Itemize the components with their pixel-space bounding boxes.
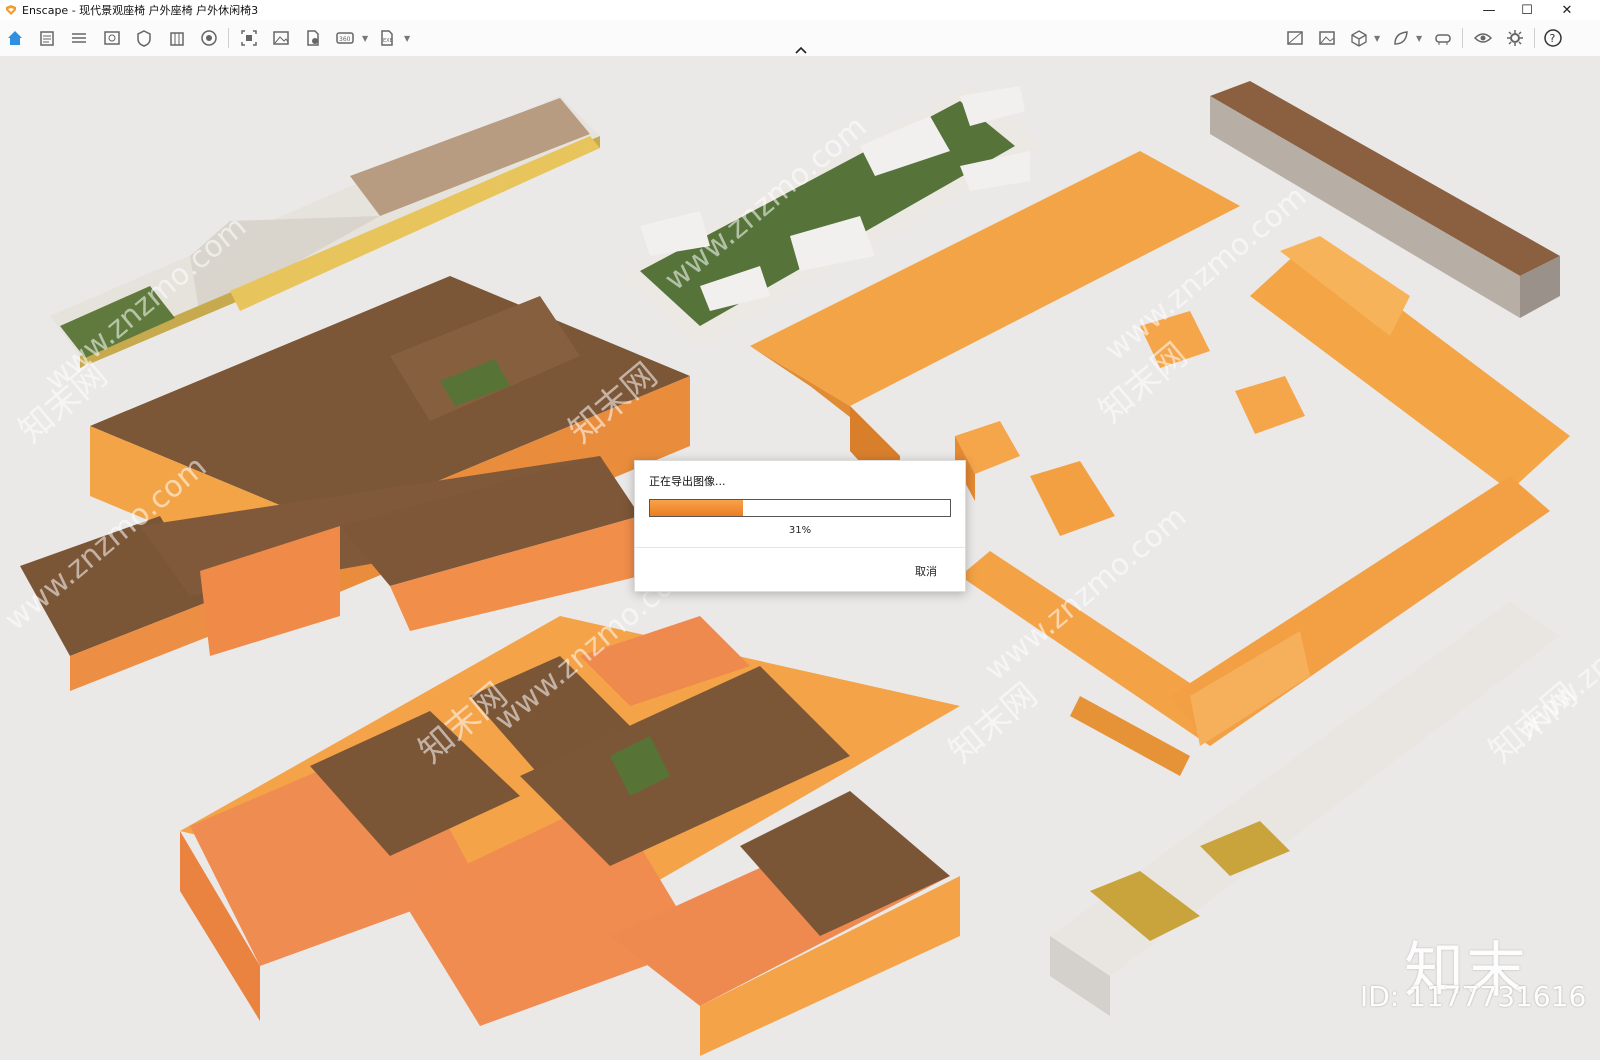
building-icon[interactable] (166, 27, 188, 49)
export-progress-bar (649, 499, 951, 517)
assets-icon[interactable] (1390, 27, 1412, 49)
toolbar-separator (1534, 28, 1535, 48)
minimize-button[interactable]: — (1470, 0, 1508, 20)
toolbar-separator (1462, 28, 1463, 48)
settings-icon[interactable] (1504, 27, 1526, 49)
batch-render-icon[interactable] (1316, 27, 1338, 49)
export-progress-dialog: 正在导出图像... 31% 取消 (634, 460, 966, 592)
view-icon[interactable] (101, 27, 123, 49)
chevron-down-icon[interactable]: ▼ (404, 34, 410, 43)
screenshot-icon[interactable] (238, 27, 260, 49)
shield-icon[interactable] (133, 27, 155, 49)
svg-text:360: 360 (339, 36, 351, 43)
atmosphere-icon[interactable] (198, 27, 220, 49)
svg-text:?: ? (1550, 32, 1556, 45)
chevron-down-icon[interactable]: ▼ (362, 34, 368, 43)
eye-icon[interactable] (1472, 27, 1494, 49)
chevron-down-icon[interactable]: ▼ (1416, 34, 1422, 43)
bim-icon[interactable] (68, 27, 90, 49)
progress-percent: 31% (788, 525, 812, 536)
notes-icon[interactable] (36, 27, 58, 49)
chevron-down-icon[interactable]: ▼ (1374, 34, 1380, 43)
enscape-logo-icon (6, 5, 16, 15)
cube-icon[interactable] (1348, 27, 1370, 49)
home-icon[interactable] (4, 27, 26, 49)
headset-icon[interactable] (1432, 27, 1454, 49)
window-title: Enscape - 现代景观座椅 户外座椅 户外休闲椅3 (22, 4, 259, 17)
progress-fill (650, 500, 743, 516)
help-icon[interactable]: ? (1542, 27, 1564, 49)
exe-export-icon[interactable]: EXE (376, 27, 398, 49)
collapse-toolbar-icon[interactable] (793, 44, 809, 56)
close-button[interactable]: ✕ (1548, 0, 1586, 20)
map-icon[interactable] (1284, 27, 1306, 49)
image-icon[interactable] (270, 27, 292, 49)
brand-id-label: ID: 1177731616 (1360, 980, 1587, 1013)
panorama-360-icon[interactable]: 360 (334, 27, 356, 49)
dialog-title: 正在导出图像... (649, 475, 726, 488)
toolbar-separator (228, 28, 229, 48)
maximize-button[interactable]: ☐ (1508, 0, 1546, 20)
cancel-button[interactable]: 取消 (915, 563, 937, 579)
title-bar: Enscape - 现代景观座椅 户外座椅 户外休闲椅3 — ☐ ✕ (0, 0, 1600, 20)
export-file-icon[interactable] (302, 27, 324, 49)
svg-text:EXE: EXE (383, 38, 393, 44)
dialog-divider (635, 547, 965, 548)
